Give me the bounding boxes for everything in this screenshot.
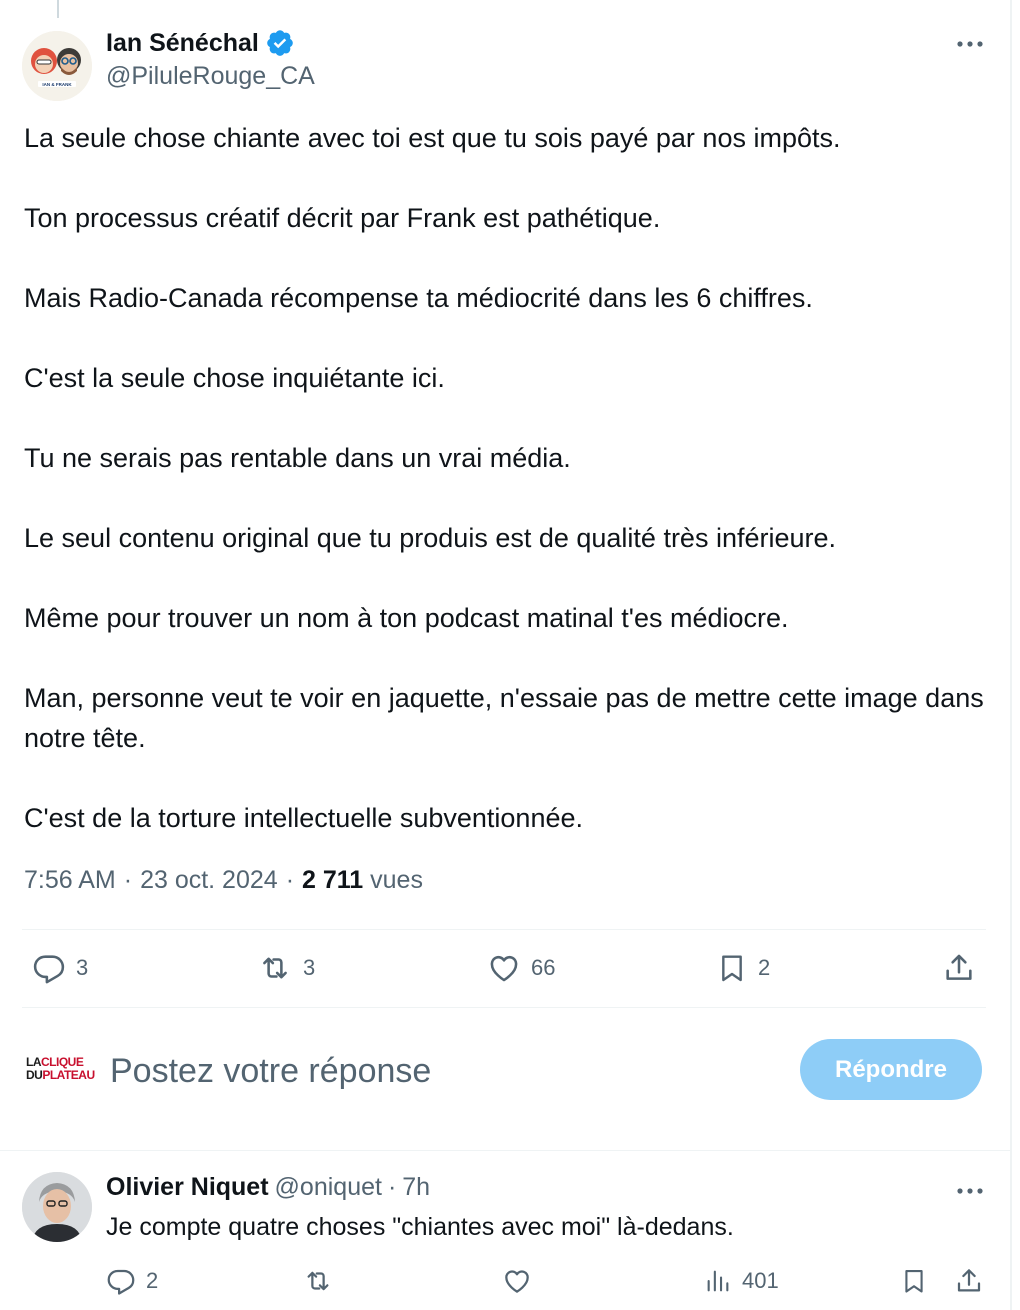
more-options-button[interactable] xyxy=(950,30,990,58)
repost-icon xyxy=(307,1271,329,1291)
reply-repost-action[interactable] xyxy=(302,1266,334,1296)
reply-share-button[interactable] xyxy=(954,1266,984,1296)
reply-icon xyxy=(107,1269,135,1295)
tweet-time[interactable]: 7:56 AM xyxy=(24,866,116,895)
thread-connector-line xyxy=(57,0,59,18)
author-name-row: Ian Sénéchal xyxy=(106,28,295,58)
reply-author-avatar[interactable] xyxy=(22,1172,92,1242)
divider xyxy=(22,929,986,930)
reply-author-handle[interactable]: @oniquet xyxy=(275,1173,382,1202)
tweet-paragraph: Mais Radio-Canada récompense ta médiocri… xyxy=(24,283,813,313)
avatar-two-cartoon-faces-icon: IAN & FRANK xyxy=(22,31,92,101)
author-handle[interactable]: @PiluleRouge_CA xyxy=(106,62,315,91)
tweet-paragraph: Man, personne veut te voir en jaquette, … xyxy=(24,683,984,753)
tweet-paragraph: Le seul contenu original que tu produis … xyxy=(24,523,837,553)
more-horizontal-icon xyxy=(957,1188,983,1194)
views-stat: 2 711 vues xyxy=(302,866,423,895)
like-count: 66 xyxy=(531,955,556,980)
tweet-text: La seule chose chiante avec toi est que … xyxy=(24,118,996,878)
reply-more-options-button[interactable] xyxy=(950,1177,990,1205)
reply-input[interactable] xyxy=(108,1048,712,1094)
avatar-portrait-icon xyxy=(22,1172,92,1242)
logo-text-accent: CLIQUE xyxy=(41,1055,84,1069)
divider xyxy=(0,1150,1010,1151)
tweet-paragraph: Ton processus créatif décrit par Frank e… xyxy=(24,203,661,233)
reply-views-action[interactable]: 401 xyxy=(704,1266,779,1296)
reply-author-name[interactable]: Olivier Niquet xyxy=(106,1173,269,1202)
more-horizontal-icon xyxy=(957,41,983,47)
bookmark-icon xyxy=(722,955,742,982)
repost-icon xyxy=(263,957,287,979)
author-avatar[interactable]: IAN & FRANK xyxy=(22,31,92,101)
composer-avatar-logo: LACLIQUE DUPLATEAU xyxy=(26,1055,95,1086)
reply-submit-button[interactable]: Répondre xyxy=(800,1039,982,1100)
analytics-bars-icon xyxy=(707,1270,729,1292)
tweet-paragraph: Tu ne serais pas rentable dans un vrai m… xyxy=(24,443,571,473)
reply-header: Olivier Niquet @oniquet · 7h xyxy=(106,1173,430,1202)
share-icon xyxy=(946,954,972,980)
tweet-paragraph: La seule chose chiante avec toi est que … xyxy=(24,123,841,153)
views-label: vues xyxy=(370,866,423,894)
tweet-paragraph: C'est de la torture intellectuelle subve… xyxy=(24,803,583,833)
reply-bookmark-action[interactable] xyxy=(900,1266,928,1296)
meta-separator: · xyxy=(285,866,295,894)
divider xyxy=(22,1007,986,1008)
tweet-date[interactable]: 23 oct. 2024 xyxy=(140,866,278,895)
tweet-meta: 7:56 AM · 23 oct. 2024 · 2 711 vues xyxy=(24,866,423,895)
share-icon xyxy=(957,1269,981,1292)
column-border xyxy=(1010,0,1012,1310)
heart-icon xyxy=(505,1270,529,1293)
reply-time[interactable]: 7h xyxy=(402,1173,430,1202)
reply-like-action[interactable] xyxy=(502,1266,532,1296)
reply-action[interactable]: 3 xyxy=(32,951,88,985)
repost-count: 3 xyxy=(303,955,316,980)
meta-separator: · xyxy=(387,1173,397,1201)
reply-icon xyxy=(33,955,65,984)
reply-text: Je compte quatre choses "chiantes avec m… xyxy=(106,1213,734,1241)
logo-text: LA xyxy=(26,1055,42,1069)
reply-reply-count: 2 xyxy=(146,1268,159,1293)
heart-icon xyxy=(490,955,518,982)
verified-badge-icon[interactable] xyxy=(265,28,295,58)
bookmark-count: 2 xyxy=(758,955,771,980)
reply-count: 3 xyxy=(76,955,89,980)
bookmark-action[interactable]: 2 xyxy=(716,951,770,985)
author-display-name[interactable]: Ian Sénéchal xyxy=(106,29,259,58)
logo-text: DU xyxy=(26,1068,43,1082)
like-action[interactable]: 66 xyxy=(487,951,555,985)
views-count: 2 711 xyxy=(302,866,364,894)
meta-separator: · xyxy=(123,866,133,894)
repost-action[interactable]: 3 xyxy=(257,951,315,985)
bookmark-icon xyxy=(905,1270,923,1293)
tweet-paragraph: C'est la seule chose inquiétante ici. xyxy=(24,363,445,393)
post-page: IAN & FRANK Ian Sénéchal @PiluleRouge_CA… xyxy=(0,0,1020,1310)
share-button[interactable] xyxy=(942,951,976,985)
avatar-caption: IAN & FRANK xyxy=(42,82,72,87)
tweet-paragraph: Même pour trouver un nom à ton podcast m… xyxy=(24,603,789,633)
reply-reply-action[interactable]: 2 xyxy=(106,1266,158,1296)
logo-text-accent: PLATEAU xyxy=(42,1068,95,1082)
reply-views-count: 401 xyxy=(742,1268,779,1293)
